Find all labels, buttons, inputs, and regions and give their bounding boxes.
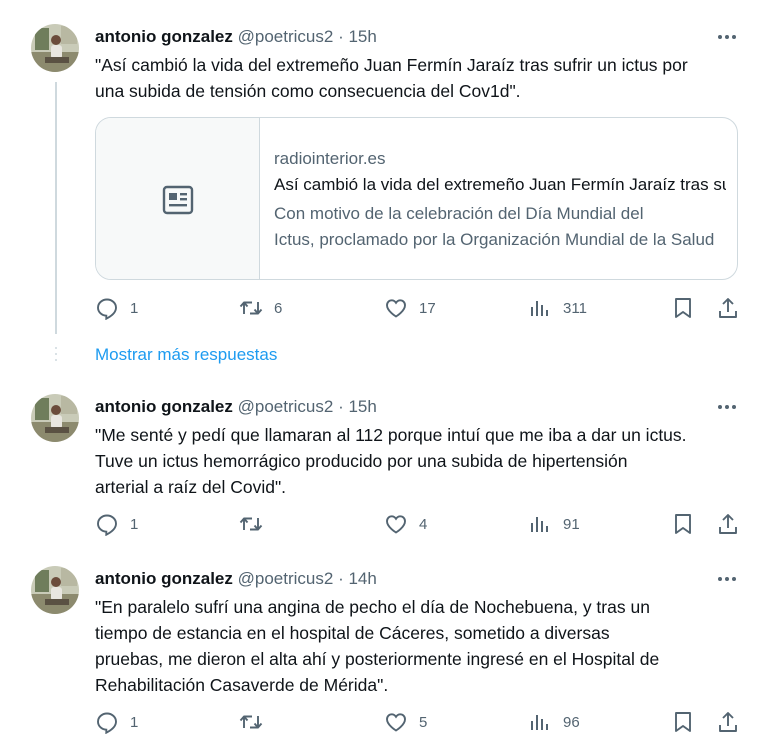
article-icon bbox=[162, 185, 194, 215]
tweet-actions: 1 4 91 bbox=[0, 512, 760, 536]
reply-count: 1 bbox=[130, 299, 139, 317]
tweet-text-line: Tuve un ictus hemorrágico producido por … bbox=[95, 451, 628, 471]
tweet-text-line: pruebas, me dieron el alta ahí y posteri… bbox=[95, 649, 660, 669]
card-domain: radiointerior.es bbox=[274, 149, 386, 168]
card-title: Así cambió la vida del extremeño Juan Fe… bbox=[274, 175, 726, 194]
thread-dot bbox=[55, 353, 57, 355]
card-description-line: Ictus, proclamado por la Organización Mu… bbox=[274, 230, 715, 249]
bookmark-icon bbox=[675, 514, 691, 534]
views-icon bbox=[531, 301, 548, 316]
thread-dot bbox=[55, 347, 57, 349]
bookmark-button[interactable] bbox=[671, 512, 695, 536]
share-button[interactable] bbox=[716, 296, 740, 320]
author-name[interactable]: antonio gonzalez bbox=[95, 397, 233, 416]
reply-icon bbox=[97, 712, 117, 734]
tweet-text-line: Rehabilitación Casaverde de Mérida". bbox=[95, 675, 389, 695]
tweet-text-line: una subida de tensión como consecuencia … bbox=[95, 81, 521, 101]
tweet-header: antonio gonzalez @poetricus2 · 15h bbox=[95, 26, 377, 48]
retweet-icon bbox=[239, 715, 263, 729]
link-card[interactable]: radiointerior.es Así cambió la vida del … bbox=[95, 117, 738, 280]
author-name[interactable]: antonio gonzalez bbox=[95, 27, 233, 46]
tweet-text-line: arterial a raíz del Covid". bbox=[95, 477, 287, 497]
reply-count: 1 bbox=[130, 713, 139, 731]
like-count: 17 bbox=[419, 299, 436, 317]
retweet-button[interactable]: 6 bbox=[239, 296, 282, 320]
retweet-button[interactable] bbox=[239, 710, 274, 734]
tweet-text-line: "En paralelo sufrí una angina de pecho e… bbox=[95, 597, 650, 617]
views-button[interactable]: 91 bbox=[528, 512, 580, 536]
author-name[interactable]: antonio gonzalez bbox=[95, 569, 233, 588]
bookmark-icon bbox=[675, 712, 691, 732]
separator: · bbox=[338, 569, 344, 588]
views-button[interactable]: 311 bbox=[528, 296, 587, 320]
avatar[interactable] bbox=[31, 394, 79, 442]
tweet-text-line: "Así cambió la vida del extremeño Juan F… bbox=[95, 55, 688, 75]
retweet-button[interactable] bbox=[239, 512, 274, 536]
heart-icon bbox=[386, 299, 406, 318]
views-button[interactable]: 96 bbox=[528, 710, 580, 734]
more-horizontal-icon[interactable] bbox=[716, 569, 738, 589]
author-handle[interactable]: @poetricus2 bbox=[238, 27, 334, 46]
timestamp[interactable]: 15h bbox=[348, 27, 376, 46]
tweet-header: antonio gonzalez @poetricus2 · 14h bbox=[95, 568, 377, 590]
views-count: 311 bbox=[563, 299, 587, 317]
tweet[interactable]: antonio gonzalez @poetricus2 · 14h "En p… bbox=[0, 542, 760, 748]
reply-button[interactable]: 1 bbox=[95, 710, 138, 734]
author-handle[interactable]: @poetricus2 bbox=[238, 569, 334, 588]
bookmark-button[interactable] bbox=[671, 296, 695, 320]
share-icon bbox=[719, 712, 737, 732]
bookmark-button[interactable] bbox=[671, 710, 695, 734]
share-icon bbox=[719, 514, 737, 534]
card-body: radiointerior.es Así cambió la vida del … bbox=[274, 146, 726, 253]
timestamp[interactable]: 14h bbox=[348, 569, 376, 588]
retweet-icon bbox=[239, 301, 263, 315]
heart-icon bbox=[386, 515, 406, 534]
like-button[interactable]: 5 bbox=[384, 710, 427, 734]
share-button[interactable] bbox=[716, 512, 740, 536]
separator: · bbox=[338, 27, 344, 46]
share-button[interactable] bbox=[716, 710, 740, 734]
tweet-header: antonio gonzalez @poetricus2 · 15h bbox=[95, 396, 377, 418]
more-horizontal-icon[interactable] bbox=[716, 397, 738, 417]
tweet[interactable]: antonio gonzalez @poetricus2 · 15h "Así … bbox=[0, 0, 760, 335]
thread-dot bbox=[55, 359, 57, 361]
like-count: 5 bbox=[419, 713, 428, 731]
tweet-actions: 1 5 96 bbox=[0, 710, 760, 734]
tweet-text: "En paralelo sufrí una angina de pecho e… bbox=[95, 594, 745, 698]
bookmark-icon bbox=[675, 298, 691, 318]
avatar[interactable] bbox=[31, 24, 79, 72]
reply-count: 1 bbox=[130, 515, 139, 533]
card-media bbox=[96, 118, 260, 279]
card-description: Con motivo de la celebración del Día Mun… bbox=[274, 201, 726, 253]
heart-icon bbox=[386, 713, 406, 732]
views-count: 96 bbox=[563, 713, 580, 731]
retweet-count: 6 bbox=[274, 299, 283, 317]
tweet-text-line: "Me senté y pedí que llamaran al 112 por… bbox=[95, 425, 687, 445]
separator: · bbox=[338, 397, 344, 416]
reply-icon bbox=[97, 514, 117, 536]
like-button[interactable]: 17 bbox=[384, 296, 436, 320]
views-icon bbox=[531, 715, 548, 730]
reply-icon bbox=[97, 298, 117, 320]
tweet-text: "Así cambió la vida del extremeño Juan F… bbox=[95, 52, 745, 104]
more-horizontal-icon[interactable] bbox=[716, 27, 738, 47]
retweet-icon bbox=[239, 517, 263, 531]
show-more-replies-link[interactable]: Mostrar más respuestas bbox=[95, 345, 277, 365]
reply-button[interactable]: 1 bbox=[95, 512, 138, 536]
views-count: 91 bbox=[563, 515, 580, 533]
card-description-line: Con motivo de la celebración del Día Mun… bbox=[274, 204, 644, 223]
share-icon bbox=[719, 298, 737, 318]
tweet[interactable]: antonio gonzalez @poetricus2 · 15h "Me s… bbox=[0, 370, 760, 550]
tweet-text: "Me senté y pedí que llamaran al 112 por… bbox=[95, 422, 745, 500]
author-handle[interactable]: @poetricus2 bbox=[238, 397, 334, 416]
like-button[interactable]: 4 bbox=[384, 512, 427, 536]
avatar[interactable] bbox=[31, 566, 79, 614]
tweet-text-line: tiempo de estancia en el hospital de Các… bbox=[95, 623, 610, 643]
reply-button[interactable]: 1 bbox=[95, 296, 138, 320]
like-count: 4 bbox=[419, 515, 428, 533]
timestamp[interactable]: 15h bbox=[348, 397, 376, 416]
views-icon bbox=[531, 517, 548, 532]
tweet-actions: 1 6 17 311 bbox=[0, 296, 760, 320]
